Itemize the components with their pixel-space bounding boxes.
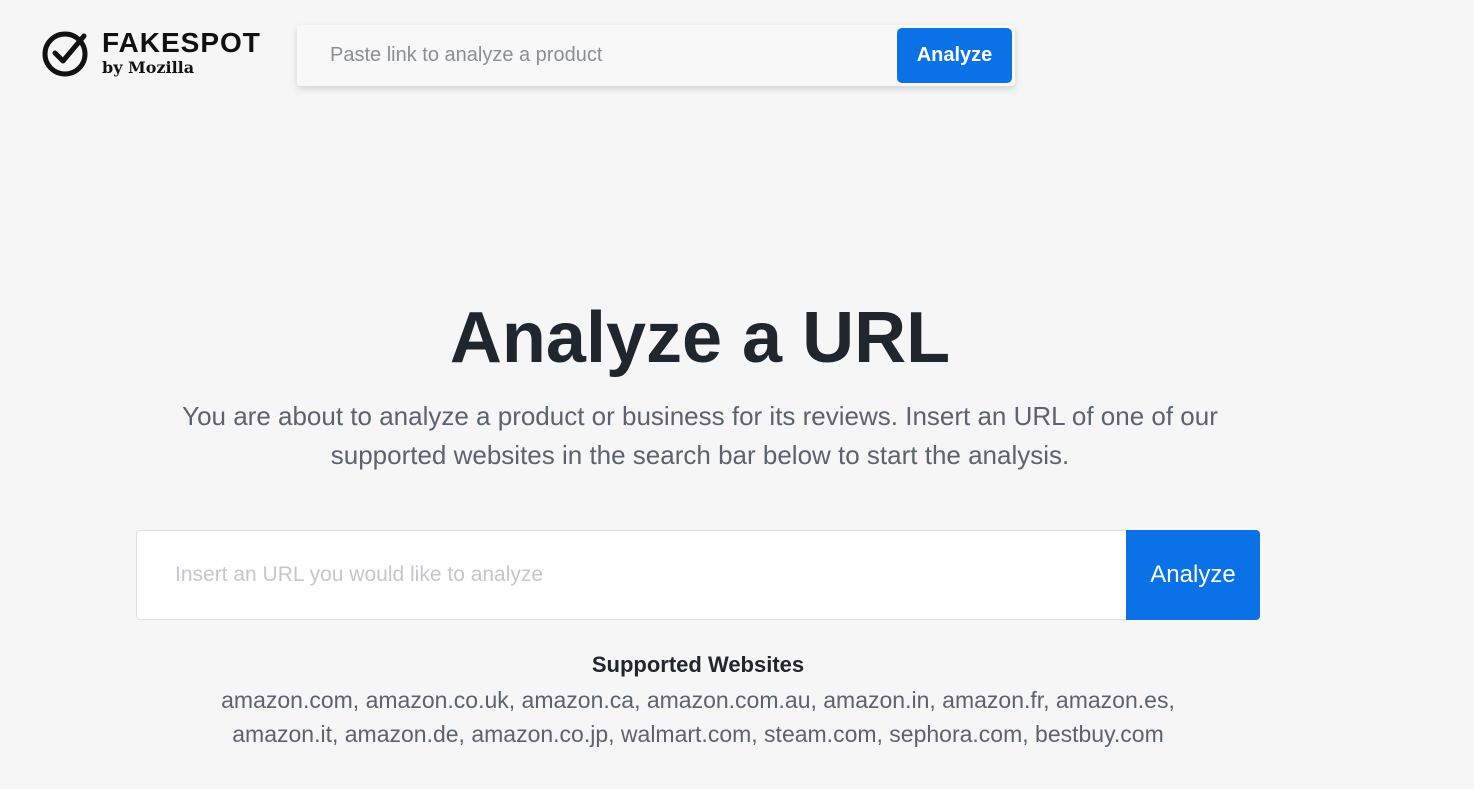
analyze-button[interactable]: Analyze xyxy=(1126,530,1260,620)
page-title: Analyze a URL xyxy=(449,298,951,378)
url-input[interactable] xyxy=(173,562,1126,588)
supported-websites-heading: Supported Websites xyxy=(591,652,805,677)
url-field xyxy=(136,530,1126,620)
supported-websites-list: amazon.com, amazon.co.uk, amazon.ca, ama… xyxy=(221,687,1175,747)
header-search-bar: Analyze xyxy=(297,25,1015,86)
header-analyze-button[interactable]: Analyze xyxy=(897,28,1012,83)
fakespot-logo[interactable]: FAKESPOT by Mozilla xyxy=(40,28,261,80)
header-search-input[interactable] xyxy=(328,34,897,77)
logo-text: FAKESPOT by Mozilla xyxy=(102,26,261,77)
brand-name: FAKESPOT xyxy=(102,26,261,58)
main-search-bar: Analyze xyxy=(136,530,1260,620)
page-description: You are about to analyze a product or bu… xyxy=(182,401,1218,470)
brand-subtitle: by Mozilla xyxy=(102,57,195,77)
checkmark-circle-icon xyxy=(42,31,88,77)
